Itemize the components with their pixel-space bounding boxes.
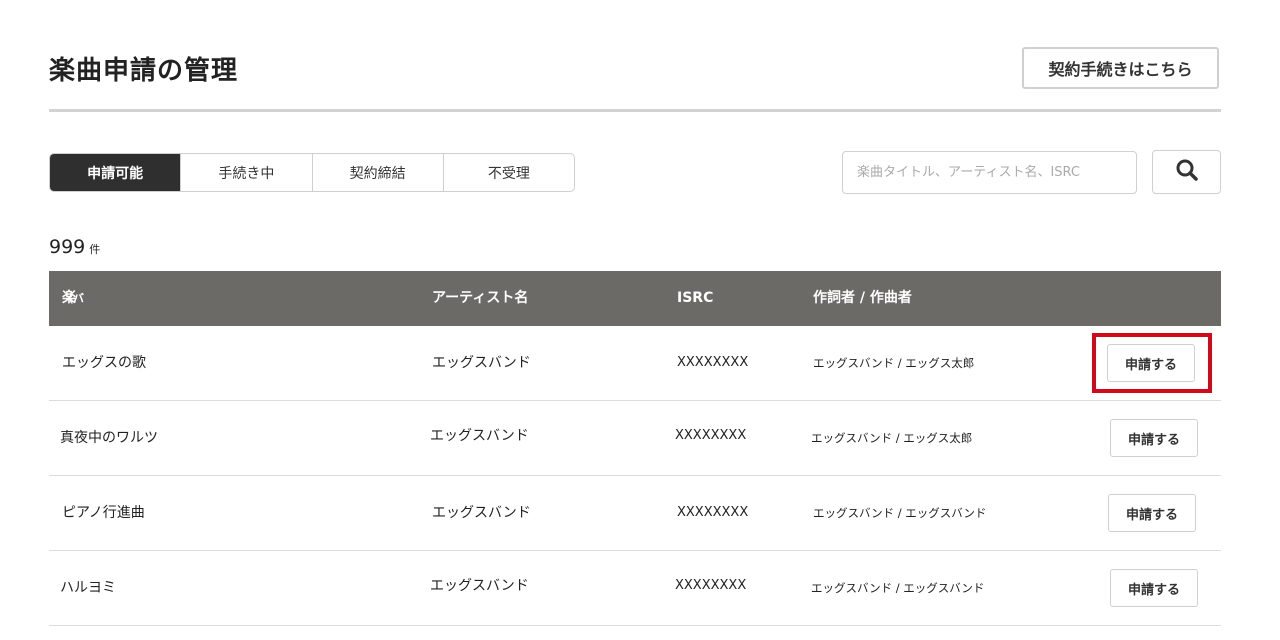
row-title: ピアノ行進曲 xyxy=(62,505,145,521)
apply-button[interactable]: 申請する xyxy=(1110,419,1198,457)
header-composer: 作詞者 / 作曲者 xyxy=(813,290,912,306)
row-title: ハルヨミ xyxy=(60,580,116,596)
row-isrc: XXXXXXXX xyxy=(677,355,749,370)
row-artist: エッグスバンド xyxy=(432,505,531,521)
title-divider xyxy=(49,109,1221,112)
apply-button[interactable]: 申請する xyxy=(1108,494,1196,532)
row-artist: エッグスバンド xyxy=(430,428,529,444)
tab-rejected[interactable]: 不受理 xyxy=(442,154,574,191)
search-input[interactable] xyxy=(842,151,1137,194)
tab-contracted[interactable]: 契約締結 xyxy=(311,154,443,191)
table-row: エッグスの歌 エッグスバンド XXXXXXXX エッグスバンド / エッグス太郎… xyxy=(49,326,1221,401)
row-title: エッグスの歌 xyxy=(62,355,146,371)
row-composer: エッグスバンド / エッグス太郎 xyxy=(811,431,973,445)
row-composer: エッグスバンド / エッグスバンド xyxy=(811,581,985,595)
row-artist: エッグスバンド xyxy=(432,355,531,371)
search-button[interactable] xyxy=(1152,150,1221,194)
tab-in-progress[interactable]: 手続き中 xyxy=(180,154,311,191)
row-isrc: XXXXXXXX xyxy=(675,428,747,443)
row-isrc: XXXXXXXX xyxy=(675,578,747,593)
header-isrc: ISRC xyxy=(677,290,714,306)
table-header: 楽曲タイトル （バージョン名） アーティスト名 ISRC 作詞者 / 作曲者 xyxy=(49,271,1221,581)
highlight-box xyxy=(1092,333,1212,393)
table-row: ハルヨミ エッグスバンド XXXXXXXX エッグスバンド / エッグスバンド … xyxy=(49,551,1221,626)
table-row: ピアノ行進曲 エッグスバンド XXXXXXXX エッグスバンド / エッグスバン… xyxy=(49,476,1221,551)
result-count-unit: 件 xyxy=(89,243,101,256)
row-isrc: XXXXXXXX xyxy=(677,505,749,520)
row-title: 真夜中のワルツ xyxy=(60,430,158,446)
contract-button[interactable]: 契約手続きはこちら xyxy=(1022,47,1219,89)
row-composer: エッグスバンド / エッグスバンド xyxy=(813,506,987,520)
result-count-value: 999 xyxy=(49,236,86,258)
search-icon xyxy=(1175,158,1199,186)
row-composer: エッグスバンド / エッグス太郎 xyxy=(813,356,975,370)
table-row: 真夜中のワルツ エッグスバンド XXXXXXXX エッグスバンド / エッグス太… xyxy=(49,401,1221,476)
header-artist: アーティスト名 xyxy=(432,290,529,306)
song-table: 楽曲タイトル （バージョン名） アーティスト名 ISRC 作詞者 / 作曲者 エッ… xyxy=(49,271,1221,626)
page-title: 楽曲申請の管理 xyxy=(49,56,239,86)
result-count: 999 件 xyxy=(49,236,100,258)
tab-applicable[interactable]: 申請可能 xyxy=(50,154,181,191)
status-tabs: 申請可能 手続き中 契約締結 不受理 xyxy=(49,153,575,192)
row-artist: エッグスバンド xyxy=(430,578,529,594)
apply-button[interactable]: 申請する xyxy=(1110,569,1198,607)
